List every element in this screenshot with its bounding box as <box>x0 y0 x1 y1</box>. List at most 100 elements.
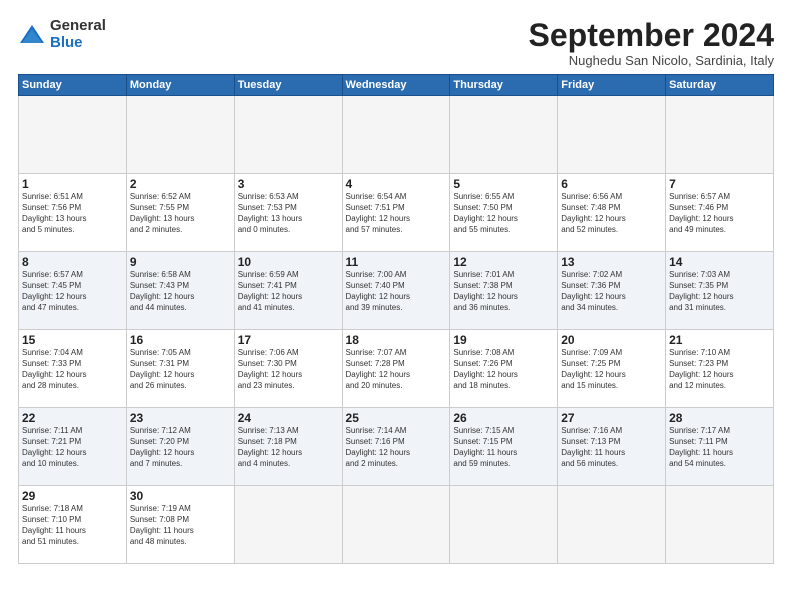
day-number: 2 <box>130 177 231 191</box>
day-info: Sunrise: 7:11 AM Sunset: 7:21 PM Dayligh… <box>22 426 123 469</box>
day-number: 27 <box>561 411 662 425</box>
table-row: 10Sunrise: 6:59 AM Sunset: 7:41 PM Dayli… <box>234 252 342 330</box>
table-row: 3Sunrise: 6:53 AM Sunset: 7:53 PM Daylig… <box>234 174 342 252</box>
day-number: 6 <box>561 177 662 191</box>
table-row: 22Sunrise: 7:11 AM Sunset: 7:21 PM Dayli… <box>19 408 127 486</box>
day-number: 13 <box>561 255 662 269</box>
day-number: 17 <box>238 333 339 347</box>
day-info: Sunrise: 6:57 AM Sunset: 7:45 PM Dayligh… <box>22 270 123 313</box>
table-row: 16Sunrise: 7:05 AM Sunset: 7:31 PM Dayli… <box>126 330 234 408</box>
logo-icon <box>18 21 46 49</box>
day-info: Sunrise: 7:01 AM Sunset: 7:38 PM Dayligh… <box>453 270 554 313</box>
day-info: Sunrise: 7:07 AM Sunset: 7:28 PM Dayligh… <box>346 348 447 391</box>
day-number: 30 <box>130 489 231 503</box>
table-row: 6Sunrise: 6:56 AM Sunset: 7:48 PM Daylig… <box>558 174 666 252</box>
day-info: Sunrise: 7:00 AM Sunset: 7:40 PM Dayligh… <box>346 270 447 313</box>
table-row: 4Sunrise: 6:54 AM Sunset: 7:51 PM Daylig… <box>342 174 450 252</box>
table-row <box>342 486 450 564</box>
table-row: 14Sunrise: 7:03 AM Sunset: 7:35 PM Dayli… <box>666 252 774 330</box>
logo: General Blue <box>18 18 106 51</box>
logo-text: General Blue <box>50 18 106 51</box>
day-number: 26 <box>453 411 554 425</box>
table-row: 26Sunrise: 7:15 AM Sunset: 7:15 PM Dayli… <box>450 408 558 486</box>
day-number: 1 <box>22 177 123 191</box>
day-info: Sunrise: 6:52 AM Sunset: 7:55 PM Dayligh… <box>130 192 231 235</box>
col-tuesday: Tuesday <box>234 75 342 96</box>
day-info: Sunrise: 6:58 AM Sunset: 7:43 PM Dayligh… <box>130 270 231 313</box>
day-number: 8 <box>22 255 123 269</box>
table-row: 18Sunrise: 7:07 AM Sunset: 7:28 PM Dayli… <box>342 330 450 408</box>
day-number: 23 <box>130 411 231 425</box>
calendar-title: September 2024 <box>529 18 774 53</box>
day-number: 7 <box>669 177 770 191</box>
day-info: Sunrise: 6:53 AM Sunset: 7:53 PM Dayligh… <box>238 192 339 235</box>
table-row: 13Sunrise: 7:02 AM Sunset: 7:36 PM Dayli… <box>558 252 666 330</box>
table-row: 25Sunrise: 7:14 AM Sunset: 7:16 PM Dayli… <box>342 408 450 486</box>
table-row: 29Sunrise: 7:18 AM Sunset: 7:10 PM Dayli… <box>19 486 127 564</box>
day-number: 28 <box>669 411 770 425</box>
day-info: Sunrise: 6:51 AM Sunset: 7:56 PM Dayligh… <box>22 192 123 235</box>
day-info: Sunrise: 6:54 AM Sunset: 7:51 PM Dayligh… <box>346 192 447 235</box>
day-info: Sunrise: 7:14 AM Sunset: 7:16 PM Dayligh… <box>346 426 447 469</box>
table-row <box>126 96 234 174</box>
table-row: 17Sunrise: 7:06 AM Sunset: 7:30 PM Dayli… <box>234 330 342 408</box>
table-row: 24Sunrise: 7:13 AM Sunset: 7:18 PM Dayli… <box>234 408 342 486</box>
day-info: Sunrise: 6:55 AM Sunset: 7:50 PM Dayligh… <box>453 192 554 235</box>
table-row <box>342 96 450 174</box>
day-info: Sunrise: 6:57 AM Sunset: 7:46 PM Dayligh… <box>669 192 770 235</box>
day-info: Sunrise: 7:13 AM Sunset: 7:18 PM Dayligh… <box>238 426 339 469</box>
table-row <box>234 486 342 564</box>
page: General Blue September 2024 Nughedu San … <box>0 0 792 612</box>
table-row: 2Sunrise: 6:52 AM Sunset: 7:55 PM Daylig… <box>126 174 234 252</box>
calendar-subtitle: Nughedu San Nicolo, Sardinia, Italy <box>529 53 774 68</box>
day-info: Sunrise: 6:59 AM Sunset: 7:41 PM Dayligh… <box>238 270 339 313</box>
day-number: 29 <box>22 489 123 503</box>
table-row <box>666 486 774 564</box>
table-row <box>558 96 666 174</box>
col-wednesday: Wednesday <box>342 75 450 96</box>
day-info: Sunrise: 7:18 AM Sunset: 7:10 PM Dayligh… <box>22 504 123 547</box>
col-saturday: Saturday <box>666 75 774 96</box>
day-info: Sunrise: 7:06 AM Sunset: 7:30 PM Dayligh… <box>238 348 339 391</box>
day-number: 16 <box>130 333 231 347</box>
table-row: 1Sunrise: 6:51 AM Sunset: 7:56 PM Daylig… <box>19 174 127 252</box>
day-number: 20 <box>561 333 662 347</box>
day-info: Sunrise: 7:08 AM Sunset: 7:26 PM Dayligh… <box>453 348 554 391</box>
day-info: Sunrise: 7:17 AM Sunset: 7:11 PM Dayligh… <box>669 426 770 469</box>
day-number: 15 <box>22 333 123 347</box>
table-row: 5Sunrise: 6:55 AM Sunset: 7:50 PM Daylig… <box>450 174 558 252</box>
table-row <box>19 96 127 174</box>
day-info: Sunrise: 7:10 AM Sunset: 7:23 PM Dayligh… <box>669 348 770 391</box>
table-row: 27Sunrise: 7:16 AM Sunset: 7:13 PM Dayli… <box>558 408 666 486</box>
day-number: 22 <box>22 411 123 425</box>
day-info: Sunrise: 7:12 AM Sunset: 7:20 PM Dayligh… <box>130 426 231 469</box>
table-row: 20Sunrise: 7:09 AM Sunset: 7:25 PM Dayli… <box>558 330 666 408</box>
day-number: 11 <box>346 255 447 269</box>
day-info: Sunrise: 7:19 AM Sunset: 7:08 PM Dayligh… <box>130 504 231 547</box>
day-number: 21 <box>669 333 770 347</box>
day-number: 12 <box>453 255 554 269</box>
table-row: 12Sunrise: 7:01 AM Sunset: 7:38 PM Dayli… <box>450 252 558 330</box>
day-number: 24 <box>238 411 339 425</box>
day-info: Sunrise: 6:56 AM Sunset: 7:48 PM Dayligh… <box>561 192 662 235</box>
table-row <box>450 96 558 174</box>
day-number: 14 <box>669 255 770 269</box>
day-info: Sunrise: 7:15 AM Sunset: 7:15 PM Dayligh… <box>453 426 554 469</box>
table-row <box>450 486 558 564</box>
col-monday: Monday <box>126 75 234 96</box>
col-friday: Friday <box>558 75 666 96</box>
table-row: 23Sunrise: 7:12 AM Sunset: 7:20 PM Dayli… <box>126 408 234 486</box>
col-thursday: Thursday <box>450 75 558 96</box>
table-row: 8Sunrise: 6:57 AM Sunset: 7:45 PM Daylig… <box>19 252 127 330</box>
day-number: 3 <box>238 177 339 191</box>
header-row: Sunday Monday Tuesday Wednesday Thursday… <box>19 75 774 96</box>
header: General Blue September 2024 Nughedu San … <box>18 18 774 68</box>
day-info: Sunrise: 7:02 AM Sunset: 7:36 PM Dayligh… <box>561 270 662 313</box>
col-sunday: Sunday <box>19 75 127 96</box>
day-number: 25 <box>346 411 447 425</box>
day-info: Sunrise: 7:05 AM Sunset: 7:31 PM Dayligh… <box>130 348 231 391</box>
table-row: 9Sunrise: 6:58 AM Sunset: 7:43 PM Daylig… <box>126 252 234 330</box>
day-info: Sunrise: 7:03 AM Sunset: 7:35 PM Dayligh… <box>669 270 770 313</box>
logo-general-text: General <box>50 18 106 35</box>
table-row: 28Sunrise: 7:17 AM Sunset: 7:11 PM Dayli… <box>666 408 774 486</box>
